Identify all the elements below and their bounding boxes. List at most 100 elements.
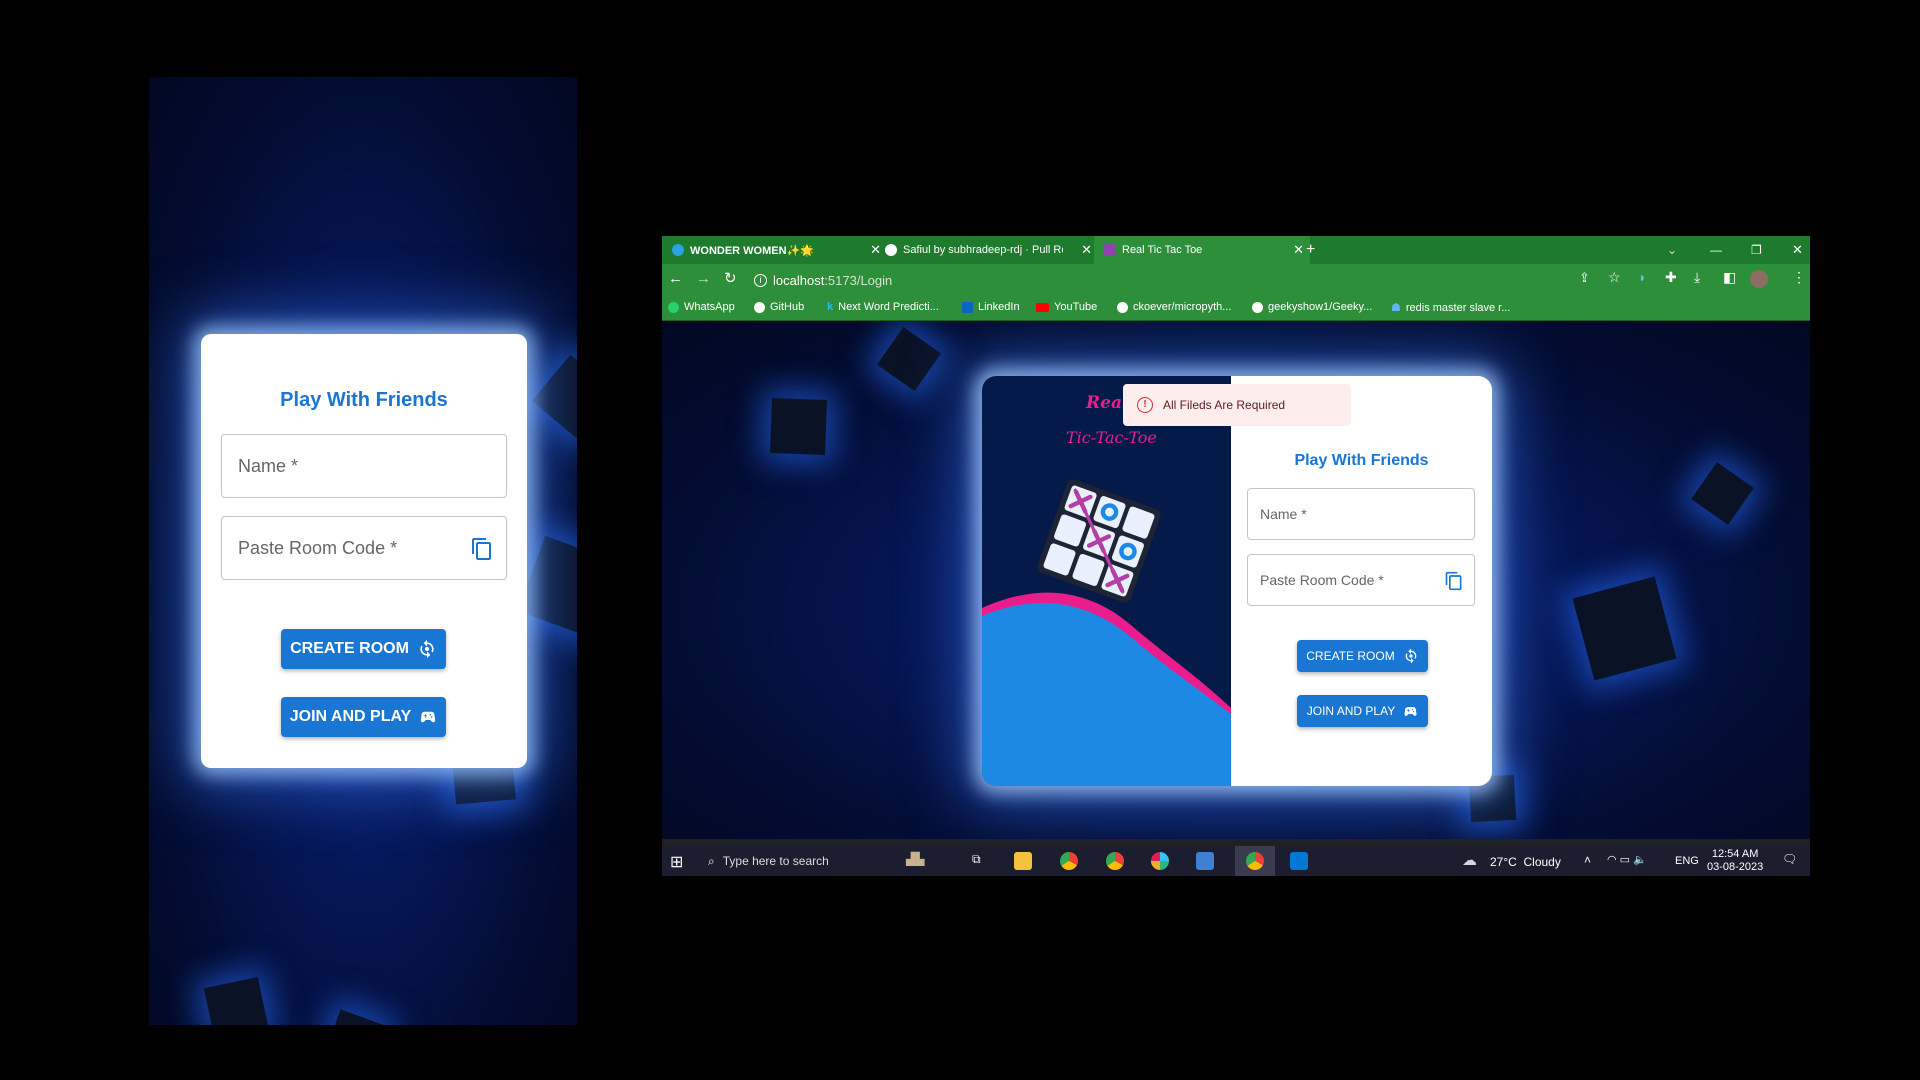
create-room-label: CREATE ROOM: [1306, 649, 1395, 663]
bg-square: [203, 976, 270, 1025]
room-code-field[interactable]: Paste Room Code *: [1247, 554, 1475, 606]
avatar[interactable]: [1750, 270, 1768, 288]
name-field[interactable]: Name *: [221, 434, 507, 498]
clock[interactable]: 12:54 AM 03-08-2023: [1707, 848, 1763, 874]
bookmark-linkedin[interactable]: LinkedIn: [962, 301, 1020, 313]
room-code-label: Paste Room Code *: [238, 537, 398, 558]
sidepanel-icon[interactable]: ◧: [1723, 269, 1736, 286]
search-placeholder: Type here to search: [722, 854, 829, 868]
linkedin-icon: [962, 301, 973, 313]
name-field[interactable]: Name *: [1247, 488, 1475, 540]
bookmark-label: geekyshow1/Geeky...: [1268, 301, 1373, 313]
tab-pull-request[interactable]: Safiul by subhradeep-rdj · Pull Re ✕: [879, 236, 1098, 264]
bookmark-youtube[interactable]: YouTube: [1036, 301, 1097, 313]
close-window-button[interactable]: ✕: [1792, 236, 1803, 264]
language-indicator[interactable]: ENG: [1675, 855, 1699, 867]
bookmark-geekyshow[interactable]: geekyshow1/Geeky...: [1252, 301, 1372, 313]
bookmark-next-word[interactable]: k Next Word Predicti...: [827, 301, 939, 313]
sync-room-icon: [420, 639, 434, 659]
back-icon[interactable]: ←: [668, 270, 683, 287]
network-app-icon[interactable]: [1196, 852, 1214, 870]
join-and-play-label: JOIN AND PLAY: [1306, 704, 1396, 718]
alert-text: All Fileds Are Required: [1163, 398, 1286, 412]
bg-square: [1691, 462, 1754, 525]
city-skyline-icon: ▟▙: [906, 852, 925, 866]
youtube-icon: [1036, 302, 1049, 312]
room-code-field[interactable]: Paste Room Code *: [221, 516, 507, 580]
url-host: localhost: [773, 272, 825, 288]
whatsapp-icon: [668, 301, 679, 313]
join-and-play-button[interactable]: JOIN AND PLAY: [281, 697, 446, 737]
paste-icon[interactable]: [1444, 570, 1464, 592]
menu-icon[interactable]: ⋮: [1792, 269, 1806, 286]
join-and-play-button[interactable]: JOIN AND PLAY: [1297, 695, 1428, 727]
taskbar-search[interactable]: ⌕ Type here to search: [700, 846, 908, 876]
download-icon[interactable]: ⤓: [1694, 269, 1700, 286]
bookmark-whatsapp[interactable]: WhatsApp: [668, 301, 735, 313]
k-icon: k: [827, 301, 834, 313]
close-icon[interactable]: ✕: [1081, 242, 1092, 258]
vscode-icon[interactable]: [1290, 852, 1308, 870]
restore-button[interactable]: ❐: [1751, 236, 1762, 264]
puzzle-icon[interactable]: ✚: [1665, 269, 1677, 286]
bookmarks-bar: WhatsApp GitHub k Next Word Predicti... L…: [662, 296, 1810, 321]
bookmark-label: redis master slave r...: [1405, 301, 1511, 314]
logo-line2: Tic-Tac-Toe: [1066, 428, 1157, 447]
tab-search-icon[interactable]: ⌄: [1667, 236, 1677, 264]
create-room-button[interactable]: CREATE ROOM: [1297, 640, 1428, 672]
error-icon: !: [1137, 397, 1153, 413]
clock-date: 03-08-2023: [1707, 861, 1764, 873]
file-explorer-icon[interactable]: [1014, 852, 1032, 870]
info-icon[interactable]: i: [754, 273, 767, 287]
bookmark-redis[interactable]: ☗ redis master slave r...: [1391, 301, 1511, 315]
chrome-icon[interactable]: [1060, 852, 1078, 870]
close-icon[interactable]: ✕: [1293, 242, 1304, 258]
search-icon: ⌕: [708, 853, 715, 868]
login-card: Real Tic-Tac-Toe Play With Friends Name …: [982, 376, 1492, 786]
create-room-button[interactable]: CREATE ROOM: [281, 629, 446, 669]
windows-start-icon[interactable]: ⊞: [670, 852, 683, 872]
sync-room-icon: [1405, 648, 1417, 664]
gamepad-icon: [1404, 706, 1417, 716]
chrome-icon[interactable]: [1106, 852, 1124, 870]
minimize-button[interactable]: —: [1710, 236, 1722, 264]
reload-icon[interactable]: ↻: [724, 269, 737, 287]
people-icon: ☗: [1391, 302, 1401, 314]
tab-label: Safiul by subhradeep-rdj · Pull Re: [903, 244, 1063, 256]
bg-square: [770, 398, 827, 455]
forward-icon[interactable]: →: [696, 270, 711, 287]
new-tab-button[interactable]: +: [1306, 236, 1326, 264]
task-view-icon[interactable]: ⧉: [972, 852, 981, 867]
name-label: Name *: [238, 455, 299, 476]
bookmark-label: YouTube: [1054, 301, 1098, 313]
chrome-icon[interactable]: [1246, 852, 1264, 870]
github-icon: [1117, 301, 1128, 313]
login-card: Play With Friends Name * Paste Room Code…: [201, 334, 527, 768]
bookmark-github[interactable]: GitHub: [754, 301, 804, 313]
app-favicon-icon: [1104, 244, 1116, 256]
url-path: :5173/Login: [824, 272, 893, 288]
github-icon: [754, 301, 765, 313]
tab-wonder-women[interactable]: WONDER WOMEN✨🌟 ✕: [662, 236, 887, 264]
tab-real-tic-tac-toe[interactable]: Real Tic Tac Toe ✕: [1094, 236, 1310, 264]
bookmark-label: ckoever/micropyth...: [1133, 301, 1232, 313]
telegram-icon: [672, 244, 684, 256]
url-field[interactable]: i localhost:5173/Login: [754, 268, 1474, 292]
notification-icon[interactable]: 🗨: [1782, 852, 1797, 866]
slack-icon[interactable]: [1151, 852, 1169, 870]
tray-icons[interactable]: ◠ ▭ 🔈: [1607, 853, 1647, 866]
bookmark-micropython[interactable]: ckoever/micropyth...: [1117, 301, 1231, 313]
gamepad-icon: [421, 711, 436, 723]
bookmark-label: LinkedIn: [978, 301, 1020, 313]
paste-icon[interactable]: [470, 535, 494, 563]
tray-chevron-icon[interactable]: ˄: [1584, 853, 1591, 867]
bg-square: [876, 326, 942, 392]
clock-time: 12:54 AM: [1711, 848, 1759, 860]
star-icon[interactable]: ☆: [1608, 269, 1621, 286]
weather-text[interactable]: 27°C Cloudy: [1490, 855, 1561, 869]
room-code-label: Paste Room Code *: [1260, 572, 1384, 588]
extension-icon[interactable]: ◗: [1638, 269, 1646, 285]
share-icon[interactable]: ⇪: [1579, 270, 1590, 286]
github-icon: [1252, 301, 1263, 313]
bookmark-label: WhatsApp: [684, 301, 735, 313]
